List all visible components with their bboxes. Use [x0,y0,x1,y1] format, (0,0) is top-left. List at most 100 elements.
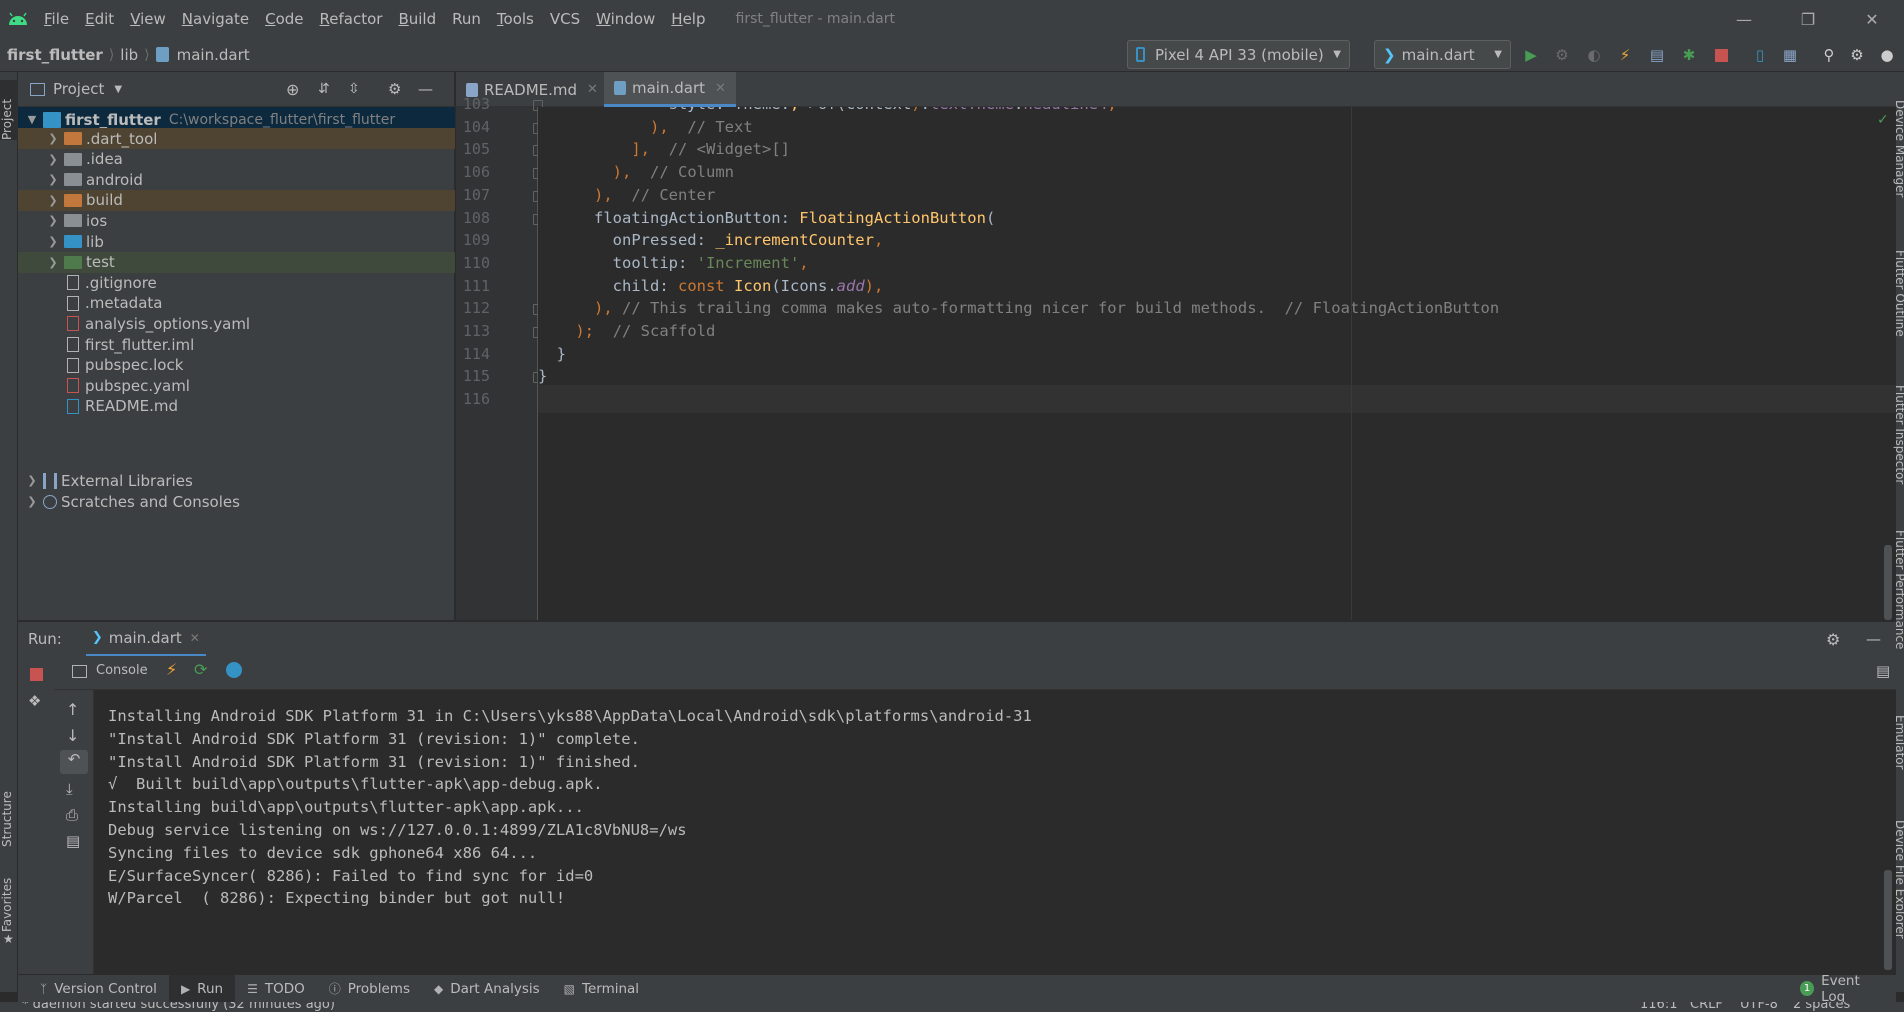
chevron-right-icon[interactable]: ❯ [46,153,60,166]
locate-icon[interactable]: ⊕ [286,80,299,99]
hot-reload-icon[interactable]: ⚡ [166,660,177,679]
chevron-down-icon[interactable]: ▼ [25,113,39,126]
close-icon[interactable]: ✕ [587,82,598,97]
device-selector[interactable]: Pixel 4 API 33 (mobile) ▼ [1127,40,1350,69]
chevron-right-icon[interactable]: ❯ [25,474,39,487]
expand-all-icon[interactable]: ⇵ [318,81,330,97]
debug-icon[interactable]: ⚙ [1551,44,1573,66]
menu-window[interactable]: Window [588,10,663,28]
line-separator[interactable]: CRLF [1690,1002,1723,1012]
tree-item[interactable]: ❯ .dart_tool [18,128,455,149]
hide-panel-icon[interactable]: — [1866,630,1881,648]
hot-reload-icon[interactable]: ⚡ [1614,44,1636,66]
menu-help[interactable]: Help [663,10,713,28]
menu-refactor[interactable]: Refactor [312,10,391,28]
tree-item[interactable]: pubspec.yaml [18,375,455,396]
menu-view[interactable]: View [122,10,174,28]
tree-scratches[interactable]: ❯ Scratches and Consoles [18,489,455,514]
run-config-selector[interactable]: ❯ main.dart ▼ [1374,40,1511,69]
scroll-to-end-icon[interactable]: ⤓ [66,780,73,798]
file-encoding[interactable]: UTF-8 [1740,1002,1778,1012]
chevron-right-icon[interactable]: ❯ [25,495,39,508]
console-output[interactable]: Installing Android SDK Platform 31 in C:… [94,690,1896,974]
search-icon[interactable]: ⚲ [1818,44,1840,66]
sdk-manager-icon[interactable]: ▦ [1779,44,1801,66]
breadcrumb-lib[interactable]: lib [116,46,142,64]
soft-wrap-icon[interactable]: ↶ [60,750,88,774]
device-manager-tool-button[interactable]: Device Manager [1893,100,1904,230]
hot-restart-icon[interactable]: ⟳ [194,660,207,679]
layout-icon[interactable]: ▤ [1876,662,1890,680]
menu-tools[interactable]: Tools [489,10,542,28]
collapse-all-icon[interactable]: ⇳ [348,81,360,97]
chevron-right-icon[interactable]: ❯ [46,235,60,248]
version-control-tool-button[interactable]: ᛉ Version Control [28,975,169,1003]
down-arrow-icon[interactable]: ↓ [66,726,79,745]
stop-icon[interactable] [1710,44,1732,66]
console-scrollbar[interactable] [1884,870,1892,970]
apply-changes-icon[interactable]: ✱ [1678,44,1700,66]
run-icon[interactable]: ▶ [1520,44,1542,66]
settings-icon[interactable]: ⚙ [1846,44,1868,66]
menu-run[interactable]: Run [444,10,489,28]
terminal-tool-button[interactable]: ▧ Terminal [552,975,651,1003]
view-dropdown-icon[interactable]: ▼ [114,84,122,95]
project-view-label[interactable]: Project [53,80,104,98]
project-tool-button[interactable]: Project [0,80,18,140]
editor-scrollbar[interactable] [1884,545,1892,620]
run-tool-button[interactable]: ▶ Run [168,974,236,1003]
device-manager-icon[interactable]: ▯ [1749,44,1771,66]
chevron-right-icon[interactable]: ❯ [46,256,60,269]
flutter-outline-tool-button[interactable]: Flutter Outline [1893,250,1904,370]
minimize-icon[interactable]: — [1712,0,1776,38]
indent-setting[interactable]: 2 spaces [1793,1002,1850,1012]
todo-tool-button[interactable]: ☰ TODO [235,975,317,1003]
event-log-tool-button[interactable]: 1 Event Log [1788,973,1896,1005]
console-tab[interactable]: Console [96,663,148,678]
tree-item[interactable]: ❯ lib [18,231,455,252]
tree-item[interactable]: ❯ ios [18,210,455,231]
up-arrow-icon[interactable]: ↑ [66,700,79,719]
menu-file[interactable]: File [36,10,77,28]
chevron-right-icon[interactable]: ❯ [46,173,60,186]
menu-vcs[interactable]: VCS [542,10,588,28]
menu-navigate[interactable]: Navigate [174,10,257,28]
stop-icon[interactable] [30,668,43,681]
profile-icon[interactable]: ◐ [1583,44,1605,66]
attach-icon[interactable]: ▤ [1646,44,1668,66]
favorites-tool-button[interactable]: Favorites [0,872,18,932]
account-icon[interactable]: ● [1876,44,1898,66]
chevron-right-icon[interactable]: ❯ [46,194,60,207]
tree-item[interactable]: first_flutter.iml [18,334,455,355]
dart-analysis-tool-button[interactable]: ◆ Dart Analysis [422,975,552,1003]
menu-build[interactable]: Build [390,10,444,28]
tree-item[interactable]: pubspec.lock [18,355,455,376]
tab-main-dart[interactable]: main.dart ✕ [604,72,736,107]
hide-panel-icon[interactable]: — [418,80,433,98]
trash-icon[interactable]: ▤ [66,832,80,850]
flutter-inspector-tool-button[interactable]: Flutter Inspector [1893,385,1904,515]
menu-code[interactable]: Code [257,10,311,28]
restore-icon[interactable]: ❐ [1776,0,1840,38]
tree-item[interactable]: ❯ build [18,189,455,211]
caret-position[interactable]: 116:1 [1640,1002,1677,1012]
chevron-right-icon[interactable]: ❯ [46,214,60,227]
devtools-icon[interactable] [226,662,242,678]
tree-item[interactable]: analysis_options.yaml [18,313,455,334]
breadcrumb-project[interactable]: first_flutter [0,46,107,64]
tree-item[interactable]: ❯ .idea [18,149,455,170]
print-icon[interactable]: ⎙ [66,806,78,824]
chevron-right-icon[interactable]: ❯ [46,132,60,145]
code-editor[interactable]: style: Theme.;">of(context).textTheme.he… [538,107,1896,620]
gear-icon[interactable]: ⚙ [1826,630,1840,649]
tree-item[interactable]: .gitignore [18,272,455,293]
close-icon[interactable]: ✕ [715,81,726,96]
menu-edit[interactable]: Edit [77,10,122,28]
run-tab[interactable]: ❯ main.dart ✕ [85,622,206,657]
gear-icon[interactable]: ⚙ [388,80,401,98]
problems-tool-button[interactable]: ⓘ Problems [317,975,422,1003]
structure-tool-button[interactable]: Structure [0,777,18,847]
tree-item[interactable]: ❯ test [18,251,455,273]
pin-icon[interactable]: ❖ [28,692,41,710]
close-icon[interactable]: ✕ [190,631,200,645]
